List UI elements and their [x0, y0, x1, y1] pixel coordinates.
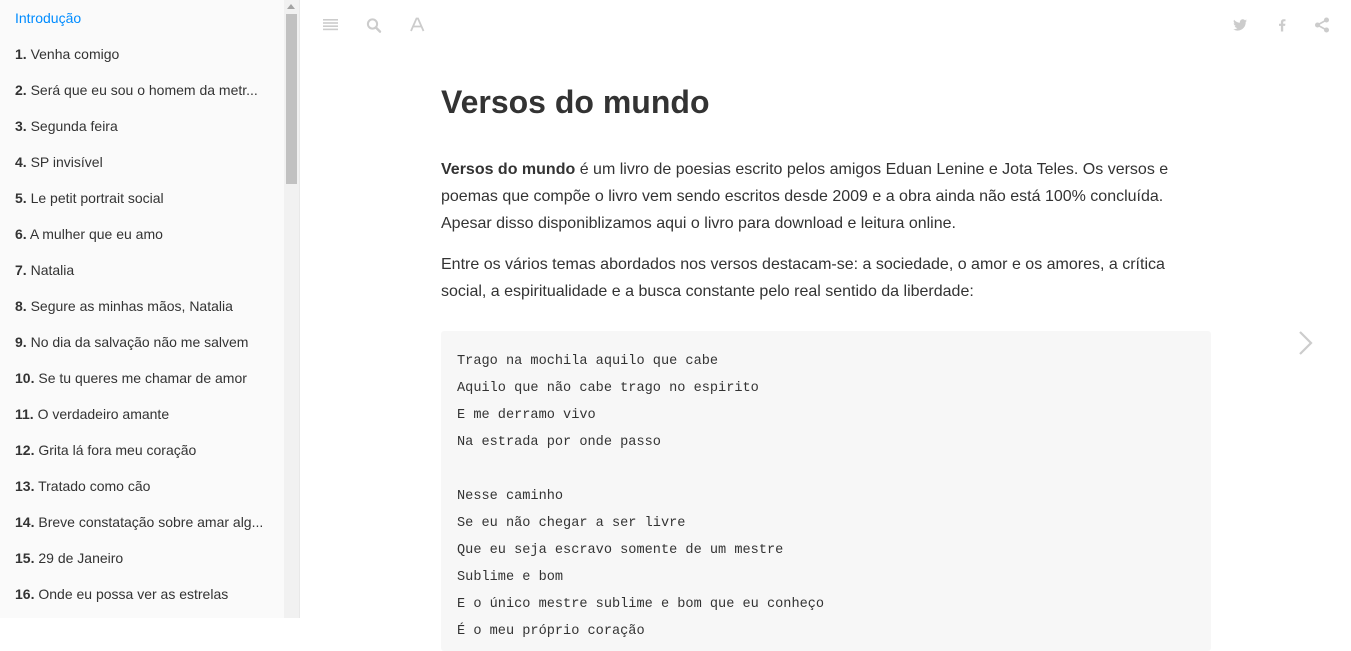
page-title: Versos do mundo [441, 84, 710, 120]
sidebar-item-label: Segure as minhas mãos, Natalia [30, 298, 233, 314]
sidebar-item-label: No dia da salvação não me salvem [30, 334, 249, 350]
sidebar-item-label: Tratado como cão [38, 478, 151, 494]
sidebar: Introdução 1. Venha comigo 2. Será que eu … [0, 0, 300, 618]
font-settings-icon[interactable] [406, 14, 428, 36]
next-page-chevron-icon[interactable] [1294, 328, 1316, 358]
share-icon[interactable] [1311, 14, 1333, 36]
menu-icon[interactable] [320, 14, 342, 36]
intro-bold-text: Versos do mundo [441, 161, 576, 178]
sidebar-item[interactable]: 15. 29 de Janeiro [0, 540, 271, 576]
sidebar-item-label: Se tu queres me chamar de amor [38, 370, 247, 386]
code-line: Na estrada por onde passo [457, 435, 661, 450]
code-line: Aquilo que não cabe trago no espirito [457, 381, 759, 396]
sidebar-item[interactable]: 1. Venha comigo [0, 36, 271, 72]
sidebar-item-number: 7. [15, 262, 27, 278]
twitter-icon[interactable] [1230, 14, 1252, 36]
sidebar-item-number: 1. [15, 46, 27, 62]
code-line: Que eu seja escravo somente de um mestre [457, 543, 784, 558]
sidebar-item[interactable]: 16. Onde eu possa ver as estrelas [0, 576, 271, 612]
sidebar-item-label: Será que eu sou o homem da metr... [30, 82, 258, 98]
sidebar-item-number: 11. [15, 406, 34, 422]
sidebar-item-number: 4. [15, 154, 27, 170]
sidebar-item-number: 15. [15, 550, 35, 566]
table-of-contents: Introdução 1. Venha comigo 2. Será que eu … [0, 0, 299, 612]
sidebar-item-number: 3. [15, 118, 27, 134]
sidebar-item-number: 5. [15, 190, 27, 206]
sidebar-item[interactable]: 4. SP invisível [0, 144, 271, 180]
sidebar-item-label: Introdução [15, 10, 82, 26]
code-line: Nesse caminho [457, 489, 564, 504]
sidebar-item[interactable]: Introdução [0, 0, 271, 36]
sidebar-item-label: Le petit portrait social [30, 190, 164, 206]
search-icon[interactable] [363, 14, 385, 36]
sidebar-item[interactable]: 5. Le petit portrait social [0, 180, 271, 216]
sidebar-item-number: 14. [15, 514, 35, 530]
poem-code-block: Trago na mochila aquilo que cabe Aquilo q… [441, 331, 1211, 651]
sidebar-item-label: Venha comigo [30, 46, 120, 62]
sidebar-item-label: SP invisível [30, 154, 103, 170]
sidebar-item-number: 12. [15, 442, 35, 458]
code-line: Se eu não chegar a ser livre [457, 516, 686, 531]
code-line: E o único mestre sublime e bom que eu co… [457, 597, 825, 612]
sidebar-item-number: 8. [15, 298, 27, 314]
code-line: Trago na mochila aquilo que cabe [457, 354, 719, 369]
sidebar-item[interactable]: 6. A mulher que eu amo [0, 216, 271, 252]
sidebar-item-label: Natalia [30, 262, 75, 278]
sidebar-item-label: A mulher que eu amo [29, 226, 163, 242]
scroll-up-arrow-icon[interactable] [287, 4, 295, 9]
sidebar-item-label: Onde eu possa ver as estrelas [38, 586, 229, 602]
sidebar-item-label: 29 de Janeiro [38, 550, 124, 566]
sidebar-item-number: 9. [15, 334, 27, 350]
sidebar-item[interactable]: 8. Segure as minhas mãos, Natalia [0, 288, 271, 324]
sidebar-item-number: 13. [15, 478, 35, 494]
sidebar-item-number: 16. [15, 586, 35, 602]
sidebar-item[interactable]: 3. Segunda feira [0, 108, 271, 144]
facebook-icon[interactable] [1271, 14, 1293, 36]
sidebar-item[interactable]: 11. O verdadeiro amante [0, 396, 271, 432]
sidebar-item-label: O verdadeiro amante [37, 406, 170, 422]
sidebar-scrollbar[interactable] [284, 0, 299, 618]
code-line: Sublime e bom [457, 570, 564, 585]
scrollbar-thumb[interactable] [286, 14, 297, 184]
sidebar-item[interactable]: 14. Breve constatação sobre amar alg... [0, 504, 271, 540]
code-line: É o meu próprio coração [457, 624, 645, 639]
sidebar-item-number: 2. [15, 82, 27, 98]
sidebar-item[interactable]: 12. Grita lá fora meu coração [0, 432, 271, 468]
sidebar-item[interactable]: 13. Tratado como cão [0, 468, 271, 504]
sidebar-item[interactable]: 2. Será que eu sou o homem da metr... [0, 72, 271, 108]
sidebar-item-number: 6. [15, 226, 27, 242]
intro-paragraph: Versos do mundo é um livro de poesias es… [441, 156, 1211, 237]
sidebar-item[interactable]: 10. Se tu queres me chamar de amor [0, 360, 271, 396]
sidebar-item-number: 10. [15, 370, 35, 386]
sidebar-item[interactable]: 7. Natalia [0, 252, 271, 288]
code-line: E me derramo vivo [457, 408, 596, 423]
sidebar-item-label: Segunda feira [30, 118, 118, 134]
themes-paragraph: Entre os vários temas abordados nos vers… [441, 256, 1165, 300]
sidebar-item-label: Grita lá fora meu coração [38, 442, 197, 458]
sidebar-item-label: Breve constatação sobre amar alg... [38, 514, 264, 530]
sidebar-item[interactable]: 9. No dia da salvação não me salvem [0, 324, 271, 360]
